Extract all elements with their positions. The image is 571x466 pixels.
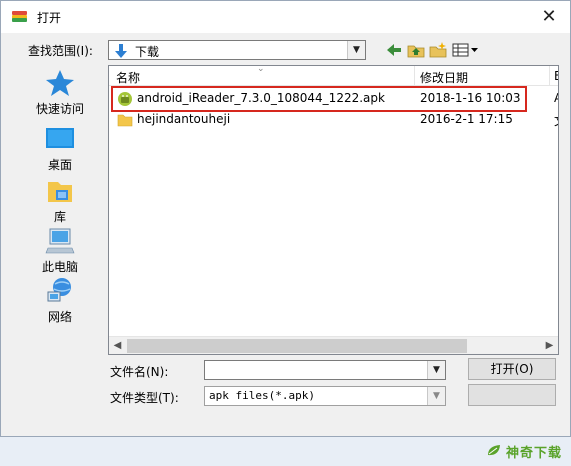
look-in-combobox[interactable]: 下载 ▼: [108, 40, 366, 60]
place-this-pc[interactable]: 此电脑: [23, 226, 97, 275]
look-in-label: 查找范围(I):: [28, 44, 93, 58]
list-header: ⌄ 名称 修改日期 E: [109, 66, 558, 86]
look-in-value: 下载: [135, 45, 160, 59]
folder-icon: [117, 114, 133, 127]
chevron-down-icon[interactable]: ▼: [427, 387, 445, 405]
star-icon: [46, 70, 74, 96]
place-label: 快速访问: [35, 102, 84, 116]
place-desktop[interactable]: 桌面: [23, 124, 97, 173]
apk-icon: [118, 92, 132, 106]
cancel-button[interactable]: [468, 384, 556, 406]
place-quick-access[interactable]: 快速访问: [23, 68, 97, 117]
network-icon: [47, 278, 71, 302]
dialog-body: 查找范围(I): 下载 ▼ 快速访问 桌面 库 此电脑 网络 ⌄ 名称 修改日期…: [1, 33, 570, 461]
title-bar: 打开 ✕: [1, 1, 570, 33]
watermark-text: 神奇下载: [506, 446, 563, 461]
open-button[interactable]: 打开(O): [468, 358, 556, 380]
file-list[interactable]: ⌄ 名称 修改日期 E android_iReader_7.3.0_108044…: [108, 65, 559, 355]
scroll-right-icon[interactable]: ▶: [541, 337, 558, 354]
column-header-name[interactable]: 名称: [116, 69, 140, 86]
file-type: 文: [554, 112, 558, 129]
scroll-thumb[interactable]: [127, 339, 467, 353]
desktop-icon: [46, 128, 74, 148]
up-folder-icon[interactable]: [406, 41, 426, 59]
column-divider[interactable]: [414, 66, 415, 85]
file-modified: 2016-2-1 17:15: [420, 112, 513, 126]
filetype-label: 文件类型(T):: [110, 391, 179, 405]
chevron-down-icon[interactable]: ▼: [347, 41, 365, 59]
open-file-dialog: 打开 ✕ 查找范围(I): 下载 ▼ 快速访问 桌面 库 此电脑 网络 ⌄ 名称…: [0, 0, 571, 461]
filename-label: 文件名(N):: [110, 365, 169, 379]
watermark-logo: 神奇下载: [486, 440, 570, 466]
file-name: hejindantouheji: [137, 112, 231, 126]
file-name: android_iReader_7.3.0_108044_1222.apk: [137, 91, 385, 105]
scroll-left-icon[interactable]: ◀: [109, 337, 126, 354]
column-header-type[interactable]: E: [554, 69, 558, 83]
library-icon: [48, 182, 72, 202]
place-label: 网络: [47, 310, 72, 324]
sort-caret-icon: ⌄: [257, 65, 265, 74]
place-label: 此电脑: [41, 260, 78, 274]
view-menu-icon[interactable]: [452, 41, 480, 59]
leaf-icon: [488, 445, 500, 456]
places-bar: 快速访问 桌面 库 此电脑 网络: [23, 66, 103, 426]
horizontal-scrollbar[interactable]: ◀ ▶: [109, 336, 558, 354]
file-modified: 2018-1-16 10:03: [420, 91, 521, 105]
column-divider[interactable]: [549, 66, 550, 85]
place-label: 桌面: [47, 158, 72, 172]
window-title: 打开: [37, 11, 62, 25]
app-icon: [12, 11, 27, 22]
filetype-value: apk files(*.apk): [209, 389, 315, 402]
file-row[interactable]: hejindantouheji 2016-2-1 17:15 文: [109, 109, 558, 130]
back-icon[interactable]: [384, 41, 404, 59]
place-library[interactable]: 库: [23, 176, 97, 225]
new-folder-icon[interactable]: [428, 41, 448, 59]
place-network[interactable]: 网络: [23, 276, 97, 325]
column-header-modified[interactable]: 修改日期: [420, 69, 468, 86]
file-type: A: [554, 91, 558, 105]
place-label: 库: [53, 210, 66, 224]
download-arrow-icon: [115, 44, 127, 58]
filetype-select[interactable]: apk files(*.apk) ▼: [204, 386, 446, 406]
chevron-down-icon[interactable]: ▼: [427, 361, 445, 379]
filename-combobox[interactable]: ▼: [204, 360, 446, 380]
computer-icon: [45, 228, 75, 254]
close-button[interactable]: ✕: [536, 5, 562, 29]
file-row[interactable]: android_iReader_7.3.0_108044_1222.apk 20…: [109, 86, 558, 112]
